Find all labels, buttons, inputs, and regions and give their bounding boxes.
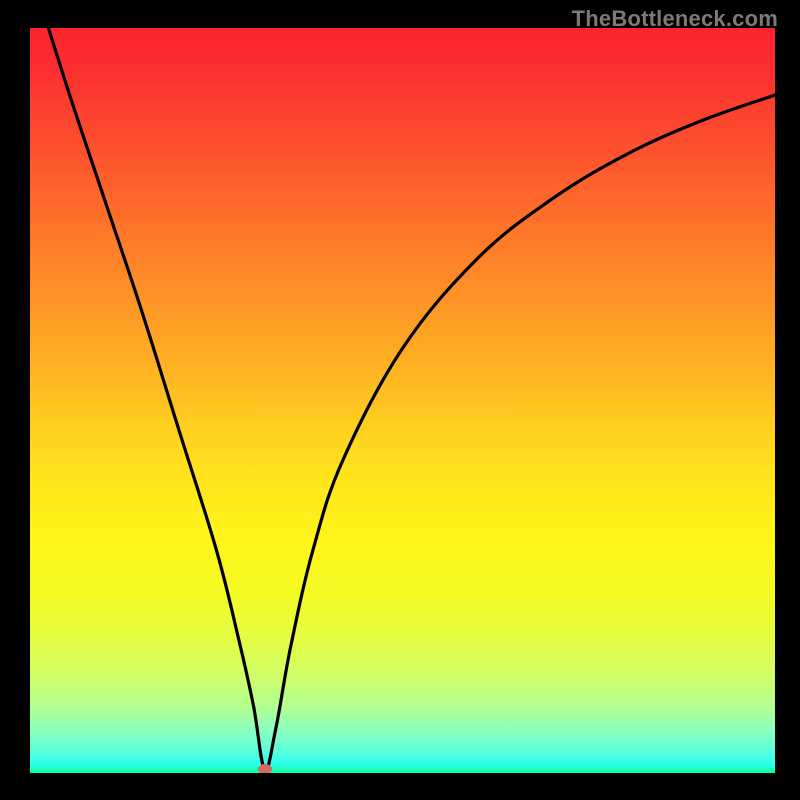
optimal-point-marker: [258, 764, 272, 773]
curve-svg: [30, 28, 775, 773]
bottleneck-curve: [30, 28, 775, 770]
plot-area: [30, 28, 775, 773]
watermark-text: TheBottleneck.com: [572, 6, 778, 32]
